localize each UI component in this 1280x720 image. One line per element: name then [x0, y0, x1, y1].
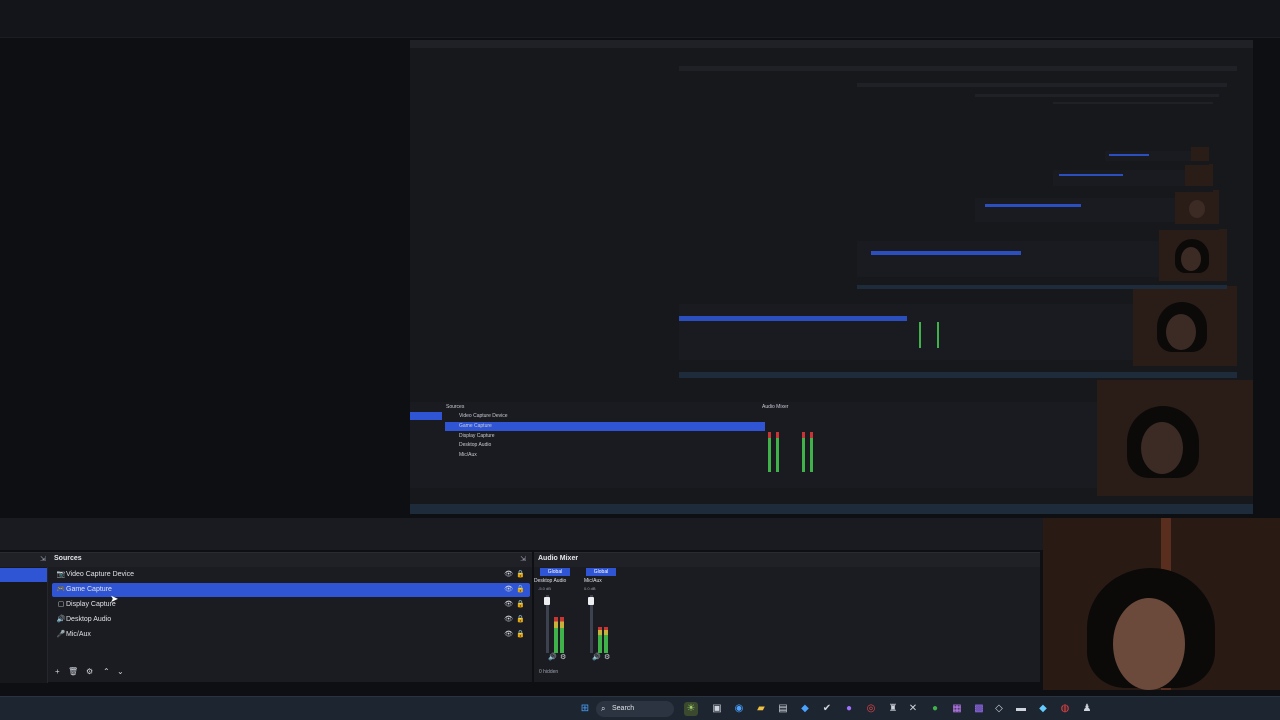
search-icon: ⌕	[601, 704, 606, 713]
mirror-mixer-title: Audio Mixer	[762, 404, 789, 410]
mirror-source-row: Game Capture	[445, 422, 765, 431]
preview-mirror-level-1: Sources Audio Mixer Video Capture Device…	[410, 40, 1253, 514]
channel-settings-icon[interactable]: ⚙	[604, 653, 610, 661]
mirror-source-row: Mic/Aux	[459, 452, 477, 458]
mirror-sources-title: Sources	[446, 404, 465, 410]
source-label: Game Capture	[66, 586, 112, 593]
mixer-dock-header: Audio Mixer	[534, 553, 1040, 567]
app-icon[interactable]: ◇	[992, 702, 1006, 716]
app-icon[interactable]: ▩	[972, 702, 986, 716]
source-label: Video Capture Device	[66, 571, 134, 578]
spotify-icon[interactable]: ●	[928, 702, 942, 716]
preview-mirror-level-2	[679, 66, 1237, 378]
sources-dock: Sources ⇲ ⇲ 📷 Video Capture Device 👁 🔒 🎮…	[0, 552, 532, 683]
global-badge: Global	[540, 568, 570, 576]
level-meter	[554, 617, 558, 653]
monitor-icon: ▢	[57, 601, 65, 608]
source-item-display-capture[interactable]: ▢ Display Capture 👁 🔒	[52, 598, 530, 612]
scenes-list	[0, 567, 48, 683]
search-label: Search	[612, 705, 635, 712]
move-source-down-button[interactable]: ⌄	[117, 667, 124, 676]
source-item-game-capture[interactable]: 🎮 Game Capture 👁 🔒	[52, 583, 530, 597]
mixer-channel-mic-aux: Global Mic/Aux 0.0 dB 🔊 ⚙	[580, 567, 624, 667]
lock-icon[interactable]: 🔒	[516, 583, 525, 597]
scenes-undock-icon[interactable]: ⇲	[40, 555, 46, 563]
volume-fader-knob[interactable]	[588, 597, 594, 605]
remove-source-button[interactable]: 🗑	[68, 667, 78, 676]
app-icon[interactable]: ▤	[776, 702, 790, 716]
taskbar-search[interactable]: ⌕ Search	[596, 701, 674, 717]
app-icon[interactable]: ◍	[1058, 702, 1072, 716]
hidden-channels-count: 0 hidden	[539, 669, 559, 675]
lock-icon[interactable]: 🔒	[516, 598, 525, 612]
mixer-channel-desktop-audio: Global Desktop Audio -5.0 dB 🔊 ⚙	[534, 567, 578, 667]
microphone-icon: 🎤	[56, 631, 66, 638]
source-label: Desktop Audio	[66, 616, 112, 623]
windows-start-icon[interactable]: ⊞	[578, 702, 592, 716]
camera-icon: 📷	[56, 571, 66, 578]
edge-icon[interactable]: ◉	[732, 702, 746, 716]
webcam-feed	[1043, 518, 1280, 690]
speaker-icon: 🔊	[56, 616, 66, 623]
source-item-video-capture-device[interactable]: 📷 Video Capture Device 👁 🔒	[52, 568, 530, 582]
mirror-webcam	[1097, 380, 1253, 496]
mirror-source-row: Display Capture	[459, 433, 495, 439]
level-meter	[598, 627, 602, 653]
chrome-icon[interactable]: ◎	[864, 702, 878, 716]
mirror-source-row: Desktop Audio	[459, 442, 492, 448]
visibility-eye-icon[interactable]: 👁	[504, 583, 513, 597]
obs-icon[interactable]: ●	[842, 702, 856, 716]
steam-icon[interactable]: ♟	[1080, 702, 1094, 716]
window-top-strip	[0, 0, 1280, 38]
sources-title: Sources	[54, 555, 82, 562]
source-item-desktop-audio[interactable]: 🔊 Desktop Audio 👁 🔒	[52, 613, 530, 627]
channel-volume-db: 0.0 dB	[584, 586, 596, 591]
channel-volume-db: -5.0 dB	[538, 586, 551, 591]
folder-icon[interactable]: ▰	[754, 702, 768, 716]
source-item-mic-aux[interactable]: 🎤 Mic/Aux 👁 🔒	[52, 628, 530, 642]
lock-icon[interactable]: 🔒	[516, 628, 525, 642]
mirror-source-row: Video Capture Device	[459, 413, 508, 419]
source-label: Mic/Aux	[66, 631, 91, 638]
undock-icon[interactable]: ⇲	[520, 555, 526, 563]
visibility-eye-icon[interactable]: 👁	[504, 613, 513, 627]
sources-dock-header: Sources ⇲ ⇲	[0, 553, 532, 567]
app-icon[interactable]: ◆	[1036, 702, 1050, 716]
channel-settings-icon[interactable]: ⚙	[560, 653, 566, 661]
scene-item-selected[interactable]	[0, 568, 47, 582]
channel-name[interactable]: Desktop Audio	[534, 577, 578, 585]
source-label: Display Capture	[66, 601, 116, 608]
visibility-eye-icon[interactable]: 👁	[504, 628, 513, 642]
tool-icon[interactable]: ♜	[886, 702, 900, 716]
mute-speaker-icon[interactable]: 🔊	[548, 653, 557, 661]
lock-icon[interactable]: 🔒	[516, 613, 525, 627]
app-icon[interactable]: ▬	[1014, 702, 1028, 716]
level-meter	[560, 617, 564, 653]
visibility-eye-icon[interactable]: 👁	[504, 598, 513, 612]
channel-name[interactable]: Mic/Aux	[584, 577, 628, 585]
volume-fader-knob[interactable]	[544, 597, 550, 605]
windows-taskbar: ⊞ ⌕ Search ☀ ▣ ◉ ▰ ▤ ◆ ✔ ● ◎ ♜ ✕ ● ▦ ▩ ◇…	[0, 696, 1280, 720]
level-meter	[604, 627, 608, 653]
obs-studio-window: Sources Audio Mixer Video Capture Device…	[0, 0, 1280, 720]
terminal-icon[interactable]: ✕	[906, 702, 920, 716]
mute-speaker-icon[interactable]: 🔊	[592, 653, 601, 661]
widget-icon[interactable]: ☀	[684, 702, 698, 716]
source-properties-button[interactable]: ⚙	[86, 667, 93, 676]
lock-icon[interactable]: 🔒	[516, 568, 525, 582]
task-view-icon[interactable]: ▣	[710, 702, 724, 716]
add-source-button[interactable]: +	[55, 667, 60, 676]
visibility-eye-icon[interactable]: 👁	[504, 568, 513, 582]
move-source-up-button[interactable]: ⌃	[103, 667, 110, 676]
mouse-cursor-icon: ➤	[110, 594, 119, 605]
app-icon[interactable]: ▦	[950, 702, 964, 716]
gamepad-icon: 🎮	[56, 586, 66, 593]
mixer-title: Audio Mixer	[538, 555, 579, 562]
vscode-icon[interactable]: ◆	[798, 702, 812, 716]
audio-mixer-dock: Audio Mixer Global Desktop Audio -5.0 dB…	[534, 552, 1040, 682]
global-badge: Global	[586, 568, 616, 576]
pin-icon[interactable]: ✔	[820, 702, 834, 716]
